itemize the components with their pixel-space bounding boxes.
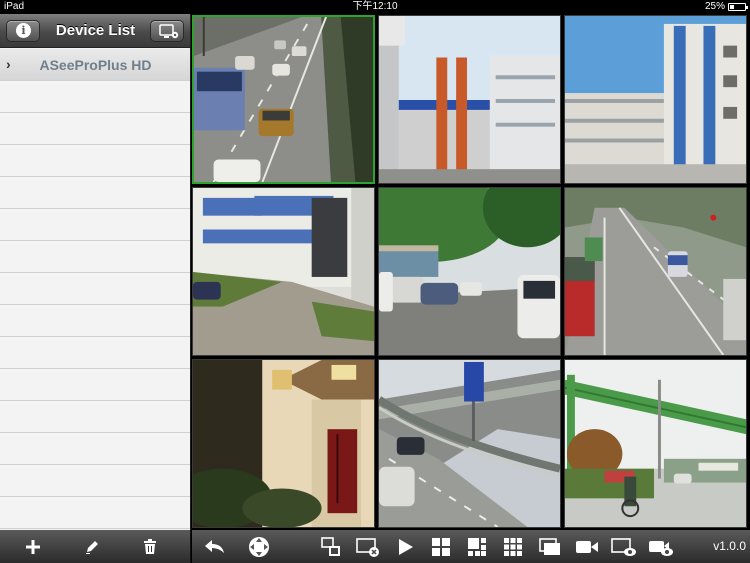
empty-row (0, 401, 190, 433)
ptz-icon (249, 536, 269, 557)
empty-row (0, 241, 190, 273)
status-bar: iPad 下午12:10 25% (0, 0, 750, 14)
empty-row (0, 273, 190, 305)
sidebar-header: i Device List (0, 14, 190, 48)
empty-row (0, 81, 190, 113)
device-settings-button[interactable] (150, 20, 184, 42)
camera-feed-highway-trucks (565, 188, 746, 355)
add-device-button[interactable] (18, 530, 48, 563)
layout-4-icon (432, 537, 450, 556)
status-time: 下午12:10 (352, 1, 398, 12)
video-channel-2[interactable] (378, 15, 561, 184)
battery-status: 25% (704, 0, 748, 14)
layout-6-button[interactable] (462, 530, 492, 563)
playback-icon (649, 540, 673, 556)
close-stream-icon (356, 537, 379, 557)
video-channel-5[interactable] (378, 187, 561, 356)
device-label: ASeeProPlus HD (39, 57, 152, 73)
camera-feed-house (193, 360, 374, 527)
battery-percent: 25% (704, 1, 725, 12)
delete-device-button[interactable] (135, 530, 165, 563)
monitor-gear-icon (159, 24, 179, 39)
battery-icon (728, 3, 748, 11)
empty-row (0, 433, 190, 465)
layout-6-icon (468, 537, 486, 556)
channel-switch-icon (321, 536, 340, 556)
ptz-button[interactable] (244, 530, 274, 563)
empty-row (0, 177, 190, 209)
video-channel-3[interactable] (564, 15, 747, 184)
add-icon (26, 539, 40, 554)
camera-feed-highway (194, 17, 373, 182)
back-icon (205, 539, 224, 553)
camera-feed-toll-road (565, 360, 746, 527)
layout-4-button[interactable] (426, 530, 456, 563)
empty-row (0, 497, 190, 529)
empty-row (0, 305, 190, 337)
video-channel-8[interactable] (378, 359, 561, 528)
video-channel-9[interactable] (564, 359, 747, 528)
record-icon (576, 540, 598, 553)
playback-button[interactable] (646, 530, 676, 563)
video-channel-6[interactable] (564, 187, 747, 356)
playback-toolbar: v1.0.0 (192, 530, 750, 563)
snapshot-icon (611, 537, 636, 556)
device-row[interactable]: › ASeeProPlus HD (0, 49, 190, 81)
empty-row (0, 145, 190, 177)
camera-feed-street (379, 188, 560, 355)
camera-feed-office (193, 188, 374, 355)
sidebar-toolbar (0, 530, 191, 563)
back-button[interactable] (200, 530, 230, 563)
snapshot-button[interactable] (609, 530, 639, 563)
delete-icon (144, 538, 156, 554)
empty-row (0, 465, 190, 497)
empty-row (0, 369, 190, 401)
video-grid (191, 14, 750, 530)
empty-row (0, 337, 190, 369)
play-icon (399, 538, 413, 555)
layout-9-button[interactable] (498, 530, 528, 563)
device-sidebar: i Device List › ASeeProPlus HD (0, 14, 191, 530)
channel-switch-button[interactable] (316, 530, 346, 563)
video-channel-4[interactable] (192, 187, 375, 356)
video-channel-1[interactable] (192, 15, 375, 184)
camera-feed-overpass (379, 360, 560, 527)
version-label: v1.0.0 (713, 539, 746, 553)
fullscreen-button[interactable] (535, 530, 565, 563)
edit-icon (86, 540, 98, 554)
empty-row (0, 209, 190, 241)
close-stream-button[interactable] (353, 530, 383, 563)
record-button[interactable] (572, 530, 602, 563)
camera-feed-apartments (565, 16, 746, 183)
edit-device-button[interactable] (77, 530, 107, 563)
empty-row (0, 113, 190, 145)
fullscreen-icon (539, 537, 560, 555)
layout-9-icon (504, 537, 522, 556)
camera-feed-building-gate (379, 16, 560, 183)
play-button[interactable] (391, 530, 421, 563)
video-channel-7[interactable] (192, 359, 375, 528)
